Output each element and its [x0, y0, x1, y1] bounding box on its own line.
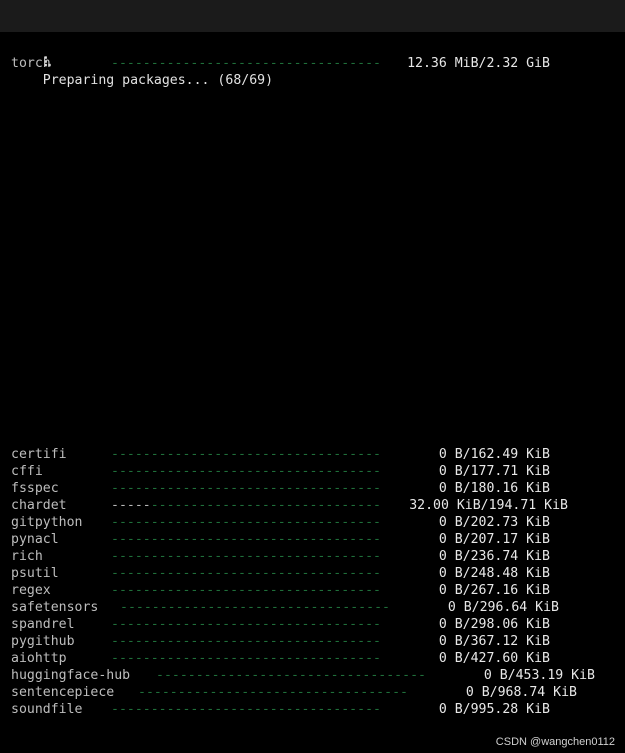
progress-bar: ---------------------------------- [111, 532, 379, 547]
status-text: Preparing packages... (68/69) [42, 73, 274, 88]
download-size: 32.00 KiB/194.71 KiB [409, 498, 568, 513]
status-line: ⠧ Preparing packages... (68/69) [11, 38, 273, 88]
package-name: huggingface-hub [11, 668, 131, 683]
download-size: 0 B/427.60 KiB [438, 651, 550, 666]
download-size: 0 B/968.74 KiB [465, 685, 577, 700]
progress-bar: ---------------------------------- [111, 583, 379, 598]
package-name: certifi [11, 447, 67, 462]
package-name: sentencepiece [11, 685, 115, 700]
package-name: chardet [11, 498, 67, 513]
watermark: CSDN @wangchen0112 [495, 736, 615, 748]
progress-bar: ---------------------------------- [111, 447, 379, 462]
progress-bar: ---------------------------------- [111, 549, 379, 564]
package-name: fsspec [11, 481, 59, 496]
download-size: 0 B/202.73 KiB [438, 515, 550, 530]
progress-bar: ---------------------------------- [111, 515, 379, 530]
download-size: 0 B/267.16 KiB [438, 583, 550, 598]
download-size: 0 B/453.19 KiB [483, 668, 595, 683]
download-size: 12.36 MiB/2.32 GiB [407, 56, 550, 71]
progress-bar: ---------------------------------- [138, 685, 406, 700]
progress-bar: ---------------------------------- [111, 498, 379, 513]
download-size: 0 B/207.17 KiB [438, 532, 550, 547]
progress-bar: ---------------------------------- [156, 668, 424, 683]
download-size: 0 B/995.28 KiB [438, 702, 550, 717]
terminal-output[interactable]: ⠧ Preparing packages... (68/69) torch ---… [0, 32, 625, 753]
progress-bar: ---------------------------------- [120, 600, 388, 615]
progress-bar: ---------------------------------- [111, 566, 379, 581]
download-size: 0 B/367.12 KiB [438, 634, 550, 649]
package-name: rich [11, 549, 43, 564]
download-size: 0 B/162.49 KiB [438, 447, 550, 462]
download-size: 0 B/296.64 KiB [447, 600, 559, 615]
progress-bar: ---------------------------------- [111, 651, 379, 666]
package-name: psutil [11, 566, 59, 581]
package-name: pynacl [11, 532, 59, 547]
progress-bar: ---------------------------------- [111, 464, 379, 479]
package-name: regex [11, 583, 51, 598]
package-name: pygithub [11, 634, 75, 649]
package-name: soundfile [11, 702, 83, 717]
download-size: 0 B/177.71 KiB [438, 464, 550, 479]
download-size: 0 B/248.48 KiB [438, 566, 550, 581]
progress-bar: ---------------------------------- [111, 634, 379, 649]
package-name: safetensors [11, 600, 99, 615]
package-name: cffi [11, 464, 43, 479]
package-name: gitpython [11, 515, 83, 530]
download-size: 0 B/298.06 KiB [438, 617, 550, 632]
window-titlebar [0, 0, 625, 33]
download-size: 0 B/180.16 KiB [438, 481, 550, 496]
progress-bar: ---------------------------------- [111, 481, 379, 496]
progress-bar: ---------------------------------- [111, 56, 379, 71]
package-name: torch [11, 56, 51, 71]
progress-bar: ---------------------------------- [111, 702, 379, 717]
package-name: spandrel [11, 617, 75, 632]
progress-bar: ---------------------------------- [111, 617, 379, 632]
package-name: aiohttp [11, 651, 67, 666]
download-size: 0 B/236.74 KiB [438, 549, 550, 564]
